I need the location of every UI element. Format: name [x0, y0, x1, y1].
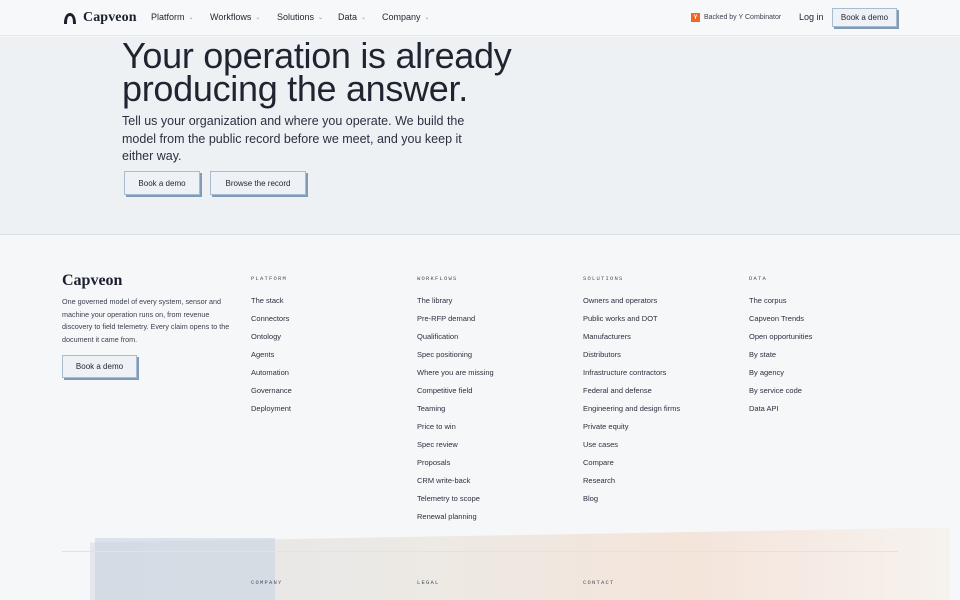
- footer-link[interactable]: Compare: [583, 458, 680, 476]
- footer-link[interactable]: Governance: [251, 386, 292, 404]
- footer-link[interactable]: Renewal planning: [417, 512, 494, 530]
- contact-heading: Contact: [583, 579, 615, 586]
- chevron-down-icon: ⌄: [361, 14, 367, 21]
- footer-link[interactable]: Capveon Trends: [749, 314, 812, 332]
- menu-label: Solutions: [277, 12, 315, 22]
- footer-link[interactable]: Manufacturers: [583, 332, 680, 350]
- footer-link[interactable]: Owners and operators: [583, 296, 680, 314]
- footer-link[interactable]: Distributors: [583, 350, 680, 368]
- footer-link[interactable]: Where you are missing: [417, 368, 494, 386]
- menu-data[interactable]: Data ⌄: [338, 12, 366, 22]
- menu-workflows[interactable]: Workflows ⌄: [210, 12, 260, 22]
- menu-label: Data: [338, 12, 358, 22]
- yc-text: Backed by Y Combinator: [704, 14, 782, 21]
- footer-link[interactable]: By state: [749, 350, 812, 368]
- footer-link[interactable]: Public works and DOT: [583, 314, 680, 332]
- chevron-down-icon: ⌄: [318, 14, 324, 21]
- footer-link[interactable]: Research: [583, 476, 680, 494]
- footer-link[interactable]: Automation: [251, 368, 292, 386]
- footer-link[interactable]: CRM write-back: [417, 476, 494, 494]
- column-heading: Data: [749, 275, 768, 282]
- footer-link[interactable]: Competitive field: [417, 386, 494, 404]
- company-heading: Company: [251, 579, 283, 586]
- footer-link[interactable]: The library: [417, 296, 494, 314]
- nav-book-demo-button[interactable]: Book a demo: [832, 8, 897, 27]
- footer-link[interactable]: Agents: [251, 350, 292, 368]
- footer-link[interactable]: Pre-RFP demand: [417, 314, 494, 332]
- yc-backing: Y Backed by Y Combinator: [691, 13, 781, 22]
- y-combinator-icon: Y: [691, 13, 700, 22]
- footer-link[interactable]: Blog: [583, 494, 680, 512]
- brand-arch-icon: [64, 12, 76, 24]
- brand-name: Capveon: [83, 10, 137, 25]
- footer-link[interactable]: Proposals: [417, 458, 494, 476]
- column-heading: Platform: [251, 275, 288, 282]
- footer-link[interactable]: The stack: [251, 296, 292, 314]
- footer-link[interactable]: Deployment: [251, 404, 292, 422]
- decorative-artwork-block: [95, 538, 275, 600]
- chevron-down-icon: ⌄: [188, 14, 194, 21]
- footer-brand: Capveon: [62, 272, 123, 289]
- footer-column-workflows: Workflows The library Pre-RFP demand Qua…: [417, 275, 494, 530]
- footer-link[interactable]: Use cases: [583, 440, 680, 458]
- menu-label: Workflows: [210, 12, 252, 22]
- footer-link[interactable]: Infrastructure contractors: [583, 368, 680, 386]
- column-heading: Solutions: [583, 275, 624, 282]
- footer-link[interactable]: Connectors: [251, 314, 292, 332]
- footer-link[interactable]: Telemetry to scope: [417, 494, 494, 512]
- footer-link[interactable]: Ontology: [251, 332, 292, 350]
- menu-label: Platform: [151, 12, 185, 22]
- hero-title: Your operation is already producing the …: [122, 37, 512, 109]
- chevron-down-icon: ⌄: [424, 14, 430, 21]
- footer-link[interactable]: Federal and defense: [583, 386, 680, 404]
- menu-company[interactable]: Company ⌄: [382, 12, 430, 22]
- footer-link[interactable]: Spec positioning: [417, 350, 494, 368]
- login-link[interactable]: Log in: [799, 12, 824, 22]
- footer-link[interactable]: Qualification: [417, 332, 494, 350]
- footer-book-demo-button[interactable]: Book a demo: [62, 355, 137, 378]
- footer: Capveon One governed model of every syst…: [0, 235, 960, 600]
- footer-column-platform: Platform The stack Connectors Ontology A…: [251, 275, 292, 422]
- hero-book-demo-button[interactable]: Book a demo: [124, 171, 200, 195]
- footer-link[interactable]: Spec review: [417, 440, 494, 458]
- hero-section: Your operation is already producing the …: [0, 37, 960, 235]
- footer-link[interactable]: Open opportunities: [749, 332, 812, 350]
- footer-link[interactable]: Teaming: [417, 404, 494, 422]
- legal-heading: Legal: [417, 579, 440, 586]
- brand-logo[interactable]: Capveon: [63, 10, 137, 26]
- menu-solutions[interactable]: Solutions ⌄: [277, 12, 323, 22]
- footer-column-data: Data The corpus Capveon Trends Open oppo…: [749, 275, 812, 422]
- top-nav: Capveon Platform ⌄ Workflows ⌄ Solutions…: [0, 0, 960, 36]
- footer-divider: [62, 551, 898, 552]
- browse-record-button[interactable]: Browse the record: [210, 171, 306, 195]
- column-heading: Workflows: [417, 275, 458, 282]
- footer-link[interactable]: Data API: [749, 404, 812, 422]
- footer-link[interactable]: Engineering and design firms: [583, 404, 680, 422]
- menu-label: Company: [382, 12, 421, 22]
- footer-description: One governed model of every system, sens…: [62, 297, 230, 344]
- footer-link[interactable]: The corpus: [749, 296, 812, 314]
- footer-link[interactable]: By service code: [749, 386, 812, 404]
- hero-subtitle: Tell us your organization and where you …: [122, 114, 465, 163]
- footer-link[interactable]: Price to win: [417, 422, 494, 440]
- chevron-down-icon: ⌄: [255, 14, 261, 21]
- footer-link[interactable]: Private equity: [583, 422, 680, 440]
- footer-column-solutions: Solutions Owners and operators Public wo…: [583, 275, 680, 512]
- menu-platform[interactable]: Platform ⌄: [151, 12, 194, 22]
- footer-link[interactable]: By agency: [749, 368, 812, 386]
